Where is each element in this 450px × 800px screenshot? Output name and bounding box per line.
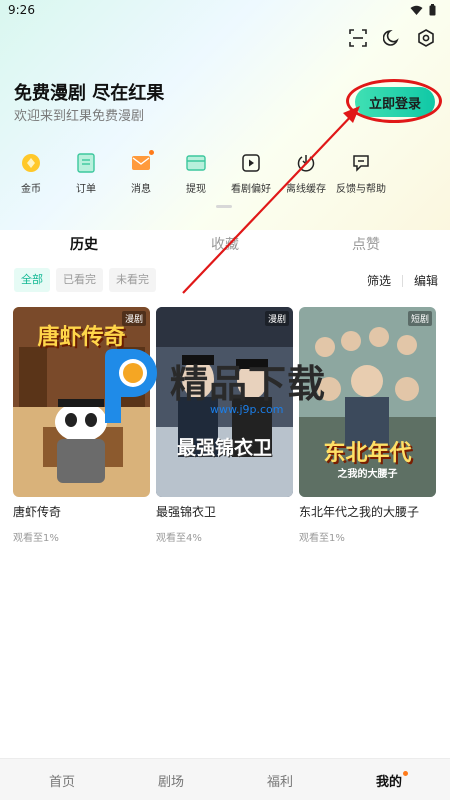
status-bar: 9:26	[0, 0, 450, 22]
watch-progress: 观看至1%	[299, 533, 345, 544]
menu-item-messages[interactable]: 消息	[113, 150, 169, 195]
content-tabs: 历史 收藏 点赞	[0, 234, 450, 258]
drama-card[interactable]: 漫剧 最强锦衣卫 最强锦衣卫 观看至4%	[156, 307, 293, 544]
offline-cache-icon	[295, 152, 317, 174]
login-button[interactable]: 立即登录	[355, 87, 435, 117]
settings-icon[interactable]	[416, 28, 436, 48]
drama-type-badge: 漫剧	[264, 311, 289, 326]
feedback-icon	[350, 152, 372, 174]
poster-title: 东北年代	[323, 441, 412, 466]
menu-item-coins[interactable]: 金币	[3, 152, 59, 195]
nav-mine[interactable]: 我的	[359, 771, 419, 790]
poster-title: 最强锦衣卫	[176, 437, 272, 459]
menu-label: 离线缓存	[286, 184, 326, 195]
watch-progress: 观看至4%	[156, 533, 202, 544]
drama-type-badge: 短剧	[407, 311, 432, 326]
menu-label: 订单	[76, 184, 96, 195]
poster-title: 唐虾传奇	[37, 325, 126, 350]
menu-item-orders[interactable]: 订单	[58, 152, 114, 195]
message-icon	[130, 150, 154, 174]
poster: 短剧 东北年代 之我的大腰子	[299, 307, 436, 497]
filter-unfinished[interactable]: 未看完	[109, 268, 156, 292]
coin-icon	[20, 152, 42, 174]
filter-chips: 全部 已看完 未看完	[14, 268, 156, 292]
poster-subtitle: 之我的大腰子	[337, 469, 398, 480]
header-subtitle: 欢迎来到红果免费漫剧	[14, 109, 145, 124]
menu-label: 金币	[21, 184, 41, 195]
card-title: 东北年代之我的大腰子	[299, 505, 420, 519]
bottom-nav: 首页 剧场 福利 我的	[0, 758, 450, 800]
poster: 漫剧 唐虾传奇	[13, 307, 150, 497]
filter-finished[interactable]: 已看完	[56, 268, 103, 292]
menu-scroll-indicator	[216, 205, 232, 208]
status-icons	[410, 4, 436, 16]
scan-icon[interactable]	[348, 28, 368, 48]
watch-progress: 观看至1%	[13, 533, 59, 544]
menu-label: 看剧偏好	[231, 184, 271, 195]
edit-button[interactable]: 编辑	[414, 272, 438, 289]
nav-home[interactable]: 首页	[32, 771, 92, 790]
menu-item-feedback[interactable]: 反馈与帮助	[333, 152, 389, 195]
service-menu: 金币 订单 消息 提现 看剧偏好 离线缓存 反馈与帮助	[0, 150, 450, 202]
dark-mode-icon[interactable]	[382, 28, 402, 48]
drama-card[interactable]: 漫剧 唐虾传奇 唐虾传奇 观看至1%	[13, 307, 150, 544]
filter-all[interactable]: 全部	[14, 268, 50, 292]
header-actions	[348, 28, 436, 48]
wifi-icon	[410, 5, 423, 15]
menu-label: 提现	[186, 184, 206, 195]
withdraw-icon	[185, 152, 207, 174]
app-root: 9:26 免费漫剧 尽在红果 欢迎来到红果免费漫剧 立即登录 金币 订单 消息 …	[0, 0, 450, 800]
drama-card[interactable]: 短剧 东北年代 之我的大腰子 东北年代之我的大腰子 观看至1%	[299, 307, 436, 544]
status-time: 9:26	[8, 3, 35, 17]
poster-art	[156, 307, 293, 497]
tab-likes[interactable]: 点赞	[326, 234, 406, 254]
menu-label: 反馈与帮助	[336, 184, 386, 195]
poster: 漫剧 最强锦衣卫	[156, 307, 293, 497]
unread-dot	[149, 150, 154, 155]
menu-item-withdraw[interactable]: 提现	[168, 152, 224, 195]
nav-theater[interactable]: 剧场	[141, 771, 201, 790]
card-title: 最强锦衣卫	[156, 505, 217, 519]
tab-history[interactable]: 历史	[44, 234, 124, 254]
preference-icon	[240, 152, 262, 174]
menu-item-offline-cache[interactable]: 离线缓存	[278, 152, 334, 195]
nav-welfare[interactable]: 福利	[250, 771, 310, 790]
menu-label: 消息	[131, 184, 151, 195]
battery-icon	[429, 4, 436, 16]
filter-button[interactable]: 筛选	[367, 272, 391, 289]
order-icon	[75, 152, 97, 174]
tab-favorites[interactable]: 收藏	[185, 234, 265, 254]
header-title: 免费漫剧 尽在红果	[14, 83, 165, 104]
tool-divider	[401, 274, 403, 287]
nav-mine-dot	[403, 771, 408, 776]
card-title: 唐虾传奇	[13, 505, 62, 519]
menu-item-preference[interactable]: 看剧偏好	[223, 152, 279, 195]
list-tools: 筛选 编辑	[367, 272, 438, 289]
